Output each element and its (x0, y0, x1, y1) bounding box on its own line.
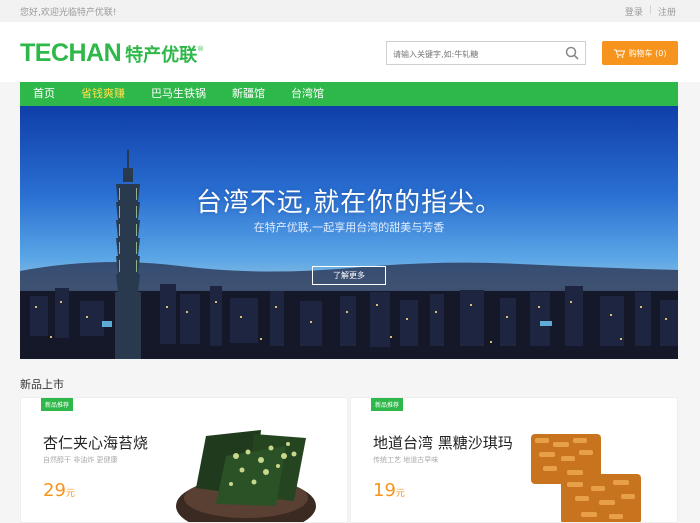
divider: | (648, 5, 652, 15)
product-list: 新品推荐 杏仁夹心海苔烧 自然醇干 非油炸 更健康 29元 新品推荐 地道台湾 … (20, 397, 678, 523)
logo-brand: TECHAN (20, 39, 122, 67)
cart-label: 购物车 (0) (628, 48, 667, 58)
product-name[interactable]: 地道台湾 黑糖沙琪玛 (373, 432, 513, 453)
nav-item-deals[interactable]: 省钱爽赚 (68, 82, 138, 106)
site-logo[interactable]: TECHAN 特产优联 ® (20, 39, 204, 68)
login-link[interactable]: 登录 (625, 5, 643, 18)
price-value: 19 (373, 480, 396, 501)
nav-item-taiwan[interactable]: 台湾馆 (278, 82, 337, 106)
registered-mark: ® (197, 44, 205, 53)
nav-item-xinjiang[interactable]: 新疆馆 (219, 82, 278, 106)
product-description: 自然醇干 非油炸 更健康 (43, 456, 118, 464)
header: TECHAN 特产优联 ® 购物车 (0) (0, 22, 700, 82)
product-card[interactable]: 新品推荐 杏仁夹心海苔烧 自然醇干 非油炸 更健康 29元 (20, 397, 348, 523)
product-price: 19元 (373, 480, 405, 501)
seaweed-snack-image (176, 430, 316, 522)
new-product-tag: 新品推荐 (41, 398, 74, 411)
section-title-new-products: 新品上市 (20, 378, 64, 391)
new-product-tag: 新品推荐 (371, 398, 404, 411)
product-description: 传统工艺 地道古早味 (373, 456, 439, 464)
search-input[interactable] (387, 43, 557, 66)
price-unit: 元 (395, 489, 405, 499)
hero-banner[interactable]: 台湾不远,就在你的指尖。 在特产优联,一起享用台湾的甜美与芳香 了解更多 (20, 106, 678, 359)
banner-subtitle: 在特产优联,一起享用台湾的甜美与芳香 (253, 221, 445, 234)
cart-icon (613, 49, 625, 58)
learn-more-button[interactable]: 了解更多 (312, 266, 386, 285)
nav-item-bama-iron-pot[interactable]: 巴马生铁锅 (138, 82, 219, 106)
price-unit: 元 (65, 489, 75, 499)
product-card[interactable]: 新品推荐 地道台湾 黑糖沙琪玛 传统工艺 地道古早味 19元 (350, 397, 678, 523)
price-value: 29 (43, 480, 66, 501)
nav-item-home[interactable]: 首页 (20, 82, 68, 106)
product-name[interactable]: 杏仁夹心海苔烧 (43, 432, 148, 453)
banner-headline: 台湾不远,就在你的指尖。 (195, 188, 503, 218)
sachima-snack-image (531, 434, 641, 522)
main-nav: 首页 省钱爽赚 巴马生铁锅 新疆馆 台湾馆 (20, 82, 678, 106)
welcome-text: 您好,欢迎光临特产优联! (20, 8, 117, 18)
register-link[interactable]: 注册 (658, 5, 676, 18)
search-box (386, 41, 586, 66)
product-price: 29元 (43, 480, 75, 501)
logo-brand-cn: 特产优联 (125, 44, 198, 66)
top-bar: 您好,欢迎光临特产优联! 登录 | 注册 (0, 0, 700, 22)
cart-button[interactable]: 购物车 (0) (602, 41, 678, 65)
search-icon[interactable] (565, 46, 579, 60)
account-links: 登录 | 注册 (625, 5, 676, 18)
